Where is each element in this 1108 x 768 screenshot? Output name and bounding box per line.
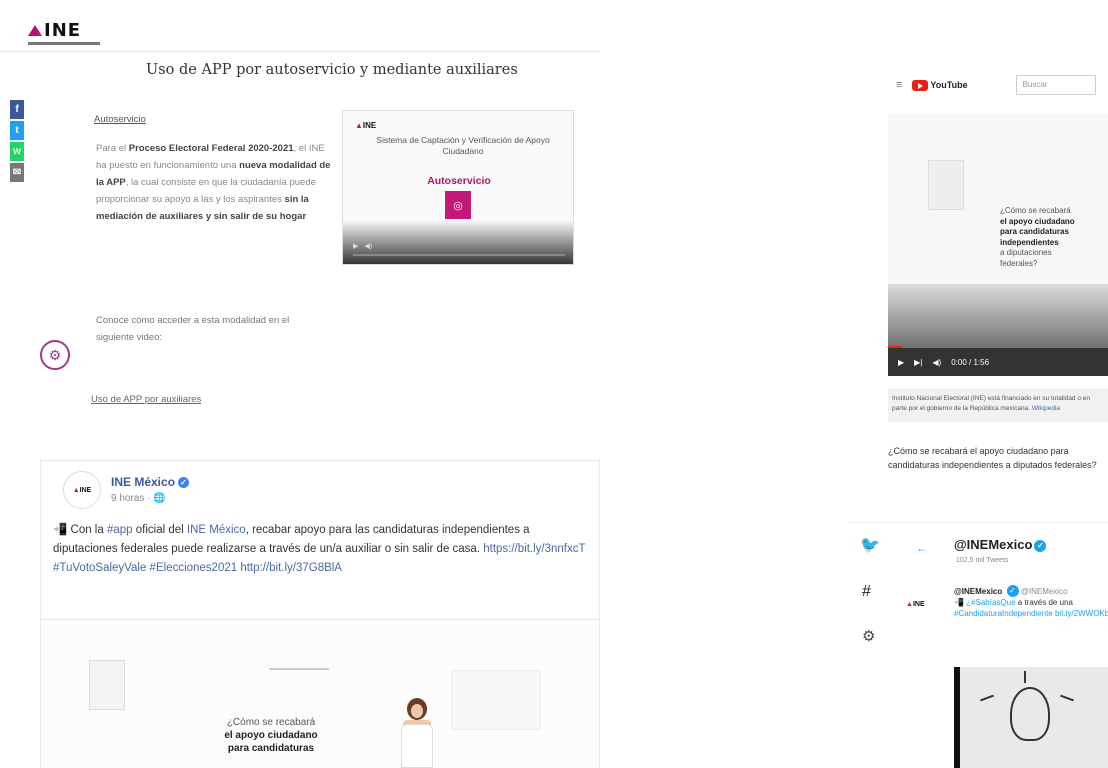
- text-segment: Para el: [96, 143, 129, 154]
- ray-line: [980, 694, 994, 702]
- post-author[interactable]: INE México ✓: [111, 475, 190, 489]
- facebook-icon: f: [15, 104, 19, 115]
- bold-text: Proceso Electoral Federal 2020-2021: [128, 143, 294, 154]
- video-ine-logo: ▲INE: [355, 121, 377, 130]
- ray-line: [1024, 671, 1026, 683]
- accessibility-icon[interactable]: ⚙: [40, 340, 70, 370]
- autoservicio-heading[interactable]: Autoservicio: [94, 114, 146, 125]
- email-share-button[interactable]: ✉: [10, 163, 24, 182]
- twitter-bird-icon[interactable]: 🐦: [860, 538, 880, 554]
- text-segment: 📲: [954, 598, 967, 607]
- wikipedia-link[interactable]: Wikipedia: [1032, 405, 1060, 412]
- tweet-count: 102,5 mil Tweets: [956, 557, 1009, 564]
- ine-logo-text: INE: [44, 20, 82, 41]
- hashtag-link[interactable]: INE México: [187, 524, 246, 536]
- ine-logo-subline: [28, 42, 100, 45]
- person-illustration: [401, 698, 433, 768]
- facebook-post: ▲ INE INE México ✓ 9 horas · 🌐 📲 Con la #a…: [40, 460, 600, 768]
- whatsapp-icon: w: [13, 146, 21, 157]
- tweet-handle[interactable]: @INEMexico: [1021, 587, 1068, 596]
- verified-icon: ✓: [178, 477, 190, 488]
- lamp-illustration: [269, 640, 329, 670]
- ray-line: [1060, 694, 1074, 702]
- avatar[interactable]: ▲INE: [63, 471, 101, 509]
- text-segment: , la cual consiste en que la ciudadanía …: [96, 177, 316, 205]
- ine-header: INE: [0, 0, 600, 52]
- twitter-sidebar: 🐦 # ⚙: [848, 523, 884, 768]
- hashtag-link[interactable]: #Elecciones2021: [150, 562, 238, 574]
- back-arrow-icon[interactable]: ←: [916, 541, 928, 555]
- youtube-controls: ▶ ▶| ◀) 0:00 / 1:56: [888, 348, 1108, 376]
- post-image[interactable]: ¿Cómo se recabará el apoyo ciudadano par…: [41, 620, 599, 768]
- volume-icon[interactable]: ◀): [932, 358, 941, 367]
- youtube-video[interactable]: ¿Cómo se recabará el apoyo ciudadano par…: [888, 114, 1108, 374]
- youtube-time: 0:00 / 1:56: [951, 357, 990, 367]
- play-icon[interactable]: ▶: [353, 242, 358, 250]
- hashtag-link[interactable]: #TuVotoSaleyVale: [53, 562, 146, 574]
- verified-icon: ✓: [1006, 585, 1019, 597]
- tweet-text: 📲 ¿#SabíasQue a través de una #Candidatu…: [954, 597, 1108, 619]
- auxiliares-link[interactable]: Uso de APP por auxiliares: [91, 394, 201, 405]
- twitter-panel: 🐦 # ⚙ ← @INEMexico ✓ 102,5 mil Tweets ▲IN…: [848, 522, 1108, 768]
- chart-illustration: [451, 670, 541, 730]
- text-segment: 📲 Con la: [53, 524, 107, 536]
- tweet-image[interactable]: [954, 667, 1108, 768]
- youtube-video-title: ¿Cómo se recabará el apoyo ciudadano par…: [888, 446, 1097, 470]
- email-icon: ✉: [12, 167, 22, 178]
- app-badge-icon: ◎: [445, 191, 471, 219]
- next-icon[interactable]: ▶|: [914, 358, 922, 367]
- youtube-topbar: ≡ YouTube Buscar: [888, 66, 1108, 104]
- text-segment: oficial del: [132, 524, 187, 536]
- post-time[interactable]: 9 horas · 🌐: [111, 493, 166, 504]
- youtube-search-input[interactable]: Buscar: [1015, 75, 1096, 95]
- post-text: 📲 Con la #app oficial del INE México, re…: [53, 521, 593, 578]
- tweet-author[interactable]: @INEMexico: [954, 587, 1002, 596]
- twitter-share-button[interactable]: t: [10, 121, 24, 140]
- tweet: @INEMexico ✓ @INEMexico 📲 ¿#SabíasQue a …: [954, 585, 1108, 619]
- youtube-panel: ≡ YouTube Buscar ¿Cómo se recabará el ap…: [888, 66, 1108, 496]
- facebook-share-button[interactable]: f: [10, 100, 24, 119]
- video-player[interactable]: ▲INE Sistema de Captación y Verificación…: [342, 110, 574, 265]
- twitter-handle: @INEMexico ✓: [954, 537, 1047, 552]
- page-title: Uso de APP por autoservicio y mediante a…: [146, 62, 518, 78]
- frame-illustration: [928, 160, 964, 210]
- autoservicio-text: Para el Proceso Electoral Federal 2020-2…: [96, 140, 334, 225]
- video-title: Sistema de Captación y Verificación de A…: [376, 135, 550, 156]
- hashtag-link[interactable]: http://bit.ly/37G8BlA: [240, 562, 342, 574]
- whatsapp-share-button[interactable]: w: [10, 142, 24, 161]
- video-controls[interactable]: ▶ ◀): [353, 242, 372, 250]
- youtube-logo[interactable]: YouTube: [912, 79, 968, 91]
- image-caption: ¿Cómo se recabará el apoyo ciudadano par…: [224, 717, 318, 754]
- play-icon[interactable]: ▶: [898, 358, 904, 367]
- frame-illustration: [89, 660, 125, 710]
- text-segment: a través de una: [1015, 598, 1073, 607]
- video-control-gradient: [343, 220, 573, 264]
- hashtag-icon[interactable]: #: [862, 583, 871, 601]
- verified-icon: ✓: [1034, 540, 1047, 552]
- avatar[interactable]: ▲INE: [906, 601, 925, 608]
- youtube-video-caption: ¿Cómo se recabará el apoyo ciudadano par…: [1000, 206, 1075, 268]
- share-bar: f t w ✉: [10, 100, 24, 184]
- hashtag-link[interactable]: https://bit.ly/3nnfxcT: [483, 543, 585, 555]
- ine-page: INE Uso de APP por autoservicio y median…: [0, 0, 600, 768]
- video-subtitle: Autoservicio: [427, 175, 491, 187]
- twitter-icon: t: [15, 125, 19, 136]
- hashtag-link[interactable]: #app: [107, 524, 133, 536]
- ine-logo[interactable]: INE: [28, 20, 100, 45]
- conoce-text: Conoce cómo acceder a esta modalidad en …: [96, 315, 290, 343]
- youtube-info-panel: Instituto Nacional Electoral (INE) está …: [888, 388, 1108, 422]
- hashtag-link[interactable]: bit.ly/2WWOKbv: [1055, 609, 1108, 618]
- video-progress-bar[interactable]: [353, 254, 565, 256]
- ine-logo-mark-icon: [28, 25, 42, 36]
- menu-icon[interactable]: ≡: [896, 79, 902, 91]
- hashtag-link[interactable]: #CandidaturaIndependiente: [954, 609, 1053, 618]
- hashtag-link[interactable]: ¿#SabíasQue: [966, 598, 1015, 607]
- youtube-play-icon: [912, 79, 929, 91]
- volume-icon[interactable]: ◀): [364, 242, 372, 250]
- lightbulb-icon: [1010, 687, 1050, 741]
- settings-icon[interactable]: ⚙: [862, 627, 875, 645]
